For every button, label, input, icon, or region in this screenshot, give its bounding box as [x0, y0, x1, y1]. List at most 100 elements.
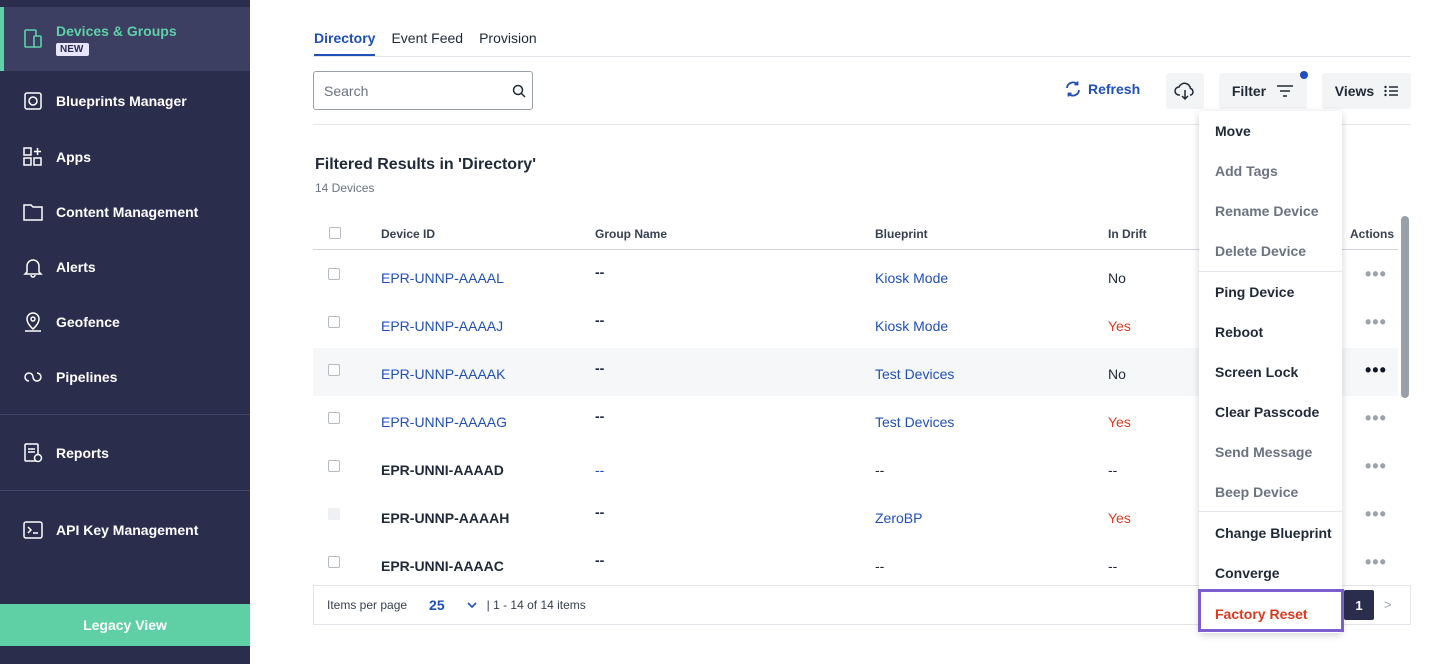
sidebar-item-devices-groups[interactable]: Devices & Groups NEW: [0, 7, 250, 71]
column-header-blueprint[interactable]: Blueprint: [875, 227, 928, 241]
select-all-checkbox[interactable]: [329, 227, 341, 239]
views-button[interactable]: Views: [1322, 73, 1411, 109]
items-per-page-value: 25: [429, 597, 445, 613]
device-id-link[interactable]: EPR-UNNP-AAAAL: [381, 270, 504, 286]
devices-icon: [22, 28, 44, 50]
tab-directory[interactable]: Directory: [314, 30, 376, 56]
menu-item-clear-passcode[interactable]: Clear Passcode: [1215, 404, 1319, 420]
apps-icon: [22, 146, 44, 168]
row-actions-icon[interactable]: •••: [1365, 264, 1387, 285]
in-drift-cell: Yes: [1108, 510, 1131, 526]
sidebar-item-geofence[interactable]: Geofence: [0, 294, 250, 349]
group-name-cell: --: [595, 312, 605, 328]
group-name-cell: --: [595, 360, 605, 376]
pipeline-icon: [22, 366, 44, 388]
sidebar-item-pipelines[interactable]: Pipelines: [0, 349, 250, 404]
tabs-divider: [313, 56, 1411, 57]
sidebar-item-reports[interactable]: Reports: [0, 425, 250, 480]
row-checkbox[interactable]: [328, 316, 340, 328]
new-badge: NEW: [56, 42, 89, 56]
group-name-cell: --: [595, 264, 605, 280]
row-actions-menu: Move Add Tags Rename Device Delete Devic…: [1199, 111, 1342, 633]
menu-item-add-tags[interactable]: Add Tags: [1215, 163, 1278, 179]
blueprint-link[interactable]: Kiosk Mode: [875, 318, 948, 334]
download-button[interactable]: [1166, 73, 1204, 109]
search-icon[interactable]: [512, 84, 526, 98]
sidebar-item-label: Devices & Groups: [56, 22, 177, 39]
menu-item-screen-lock[interactable]: Screen Lock: [1215, 364, 1298, 380]
sidebar-item-label: Reports: [56, 444, 109, 461]
filter-button[interactable]: Filter: [1219, 73, 1307, 109]
device-id-link[interactable]: EPR-UNNP-AAAAJ: [381, 318, 503, 334]
filter-label: Filter: [1231, 83, 1267, 99]
row-actions-icon[interactable]: •••: [1365, 504, 1387, 525]
column-header-actions: Actions: [1350, 227, 1395, 241]
menu-item-move[interactable]: Move: [1215, 123, 1251, 139]
menu-item-rename-device[interactable]: Rename Device: [1215, 203, 1319, 219]
next-page-button[interactable]: >: [1384, 597, 1392, 612]
sidebar-item-label: Content Management: [56, 203, 199, 220]
refresh-icon: [1064, 80, 1082, 98]
row-actions-icon[interactable]: •••: [1365, 312, 1387, 333]
row-actions-icon[interactable]: •••: [1365, 456, 1387, 477]
blueprint-link[interactable]: ZeroBP: [875, 510, 922, 526]
sidebar-item-label: Blueprints Manager: [56, 92, 187, 109]
tab-provision[interactable]: Provision: [479, 30, 537, 56]
refresh-button[interactable]: Refresh: [1064, 80, 1140, 98]
menu-item-beep-device[interactable]: Beep Device: [1215, 484, 1298, 500]
row-actions-icon[interactable]: •••: [1365, 360, 1387, 381]
device-id-link[interactable]: EPR-UNNP-AAAAK: [381, 366, 505, 382]
bell-icon: [22, 256, 44, 278]
search-input[interactable]: [324, 82, 504, 99]
column-header-in-drift[interactable]: In Drift: [1108, 227, 1147, 241]
menu-item-send-message[interactable]: Send Message: [1215, 444, 1312, 460]
folder-icon: [22, 201, 44, 223]
device-id-link[interactable]: EPR-UNNP-AAAAG: [381, 414, 507, 430]
results-count: 14 Devices: [315, 181, 375, 195]
sidebar-item-api-key-management[interactable]: API Key Management: [0, 502, 250, 557]
row-checkbox[interactable]: [328, 364, 340, 376]
blueprint-icon: [22, 90, 44, 112]
blueprint-link[interactable]: Test Devices: [875, 366, 954, 382]
sidebar-divider: [0, 414, 250, 415]
items-per-page-label: Items per page: [327, 598, 408, 612]
views-label: Views: [1334, 83, 1375, 99]
row-checkbox[interactable]: [328, 412, 340, 424]
report-icon: [22, 442, 44, 464]
sidebar: Devices & Groups NEW Blueprints Manager …: [0, 0, 250, 664]
sidebar-item-blueprints-manager[interactable]: Blueprints Manager: [0, 73, 250, 128]
row-checkbox[interactable]: [328, 268, 340, 280]
column-header-group-name[interactable]: Group Name: [595, 227, 667, 241]
menu-item-reboot[interactable]: Reboot: [1215, 324, 1263, 340]
items-per-page-select[interactable]: 25: [429, 597, 477, 613]
row-checkbox[interactable]: [328, 460, 340, 472]
blueprint-link[interactable]: Test Devices: [875, 414, 954, 430]
row-actions-icon[interactable]: •••: [1365, 408, 1387, 429]
table-scrollbar[interactable]: [1401, 216, 1409, 398]
menu-item-converge[interactable]: Converge: [1215, 565, 1280, 581]
menu-item-ping-device[interactable]: Ping Device: [1215, 284, 1294, 300]
device-id-cell: EPR-UNNP-AAAAH: [381, 510, 510, 526]
cloud-download-icon: [1174, 81, 1196, 101]
filter-icon: [1276, 84, 1294, 98]
page-button-current[interactable]: 1: [1344, 590, 1374, 620]
menu-item-delete-device[interactable]: Delete Device: [1215, 243, 1306, 259]
group-name-cell: --: [595, 552, 605, 568]
sidebar-item-content-management[interactable]: Content Management: [0, 184, 250, 239]
sidebar-item-apps[interactable]: Apps: [0, 129, 250, 184]
column-header-device-id[interactable]: Device ID: [381, 227, 435, 241]
group-name-cell: --: [595, 504, 605, 520]
row-actions-icon[interactable]: •••: [1365, 552, 1387, 573]
sidebar-bottom: [0, 646, 250, 664]
blueprint-cell: --: [875, 558, 885, 574]
tab-event-feed[interactable]: Event Feed: [391, 30, 463, 56]
sidebar-item-label: Alerts: [56, 258, 96, 275]
legacy-view-button[interactable]: Legacy View: [0, 604, 250, 646]
menu-item-change-blueprint[interactable]: Change Blueprint: [1215, 525, 1332, 541]
in-drift-cell: No: [1108, 366, 1126, 382]
blueprint-link[interactable]: Kiosk Mode: [875, 270, 948, 286]
row-checkbox[interactable]: [328, 556, 340, 568]
sidebar-item-alerts[interactable]: Alerts: [0, 239, 250, 294]
group-name-link[interactable]: --: [595, 462, 604, 478]
blueprint-cell: --: [875, 462, 885, 478]
